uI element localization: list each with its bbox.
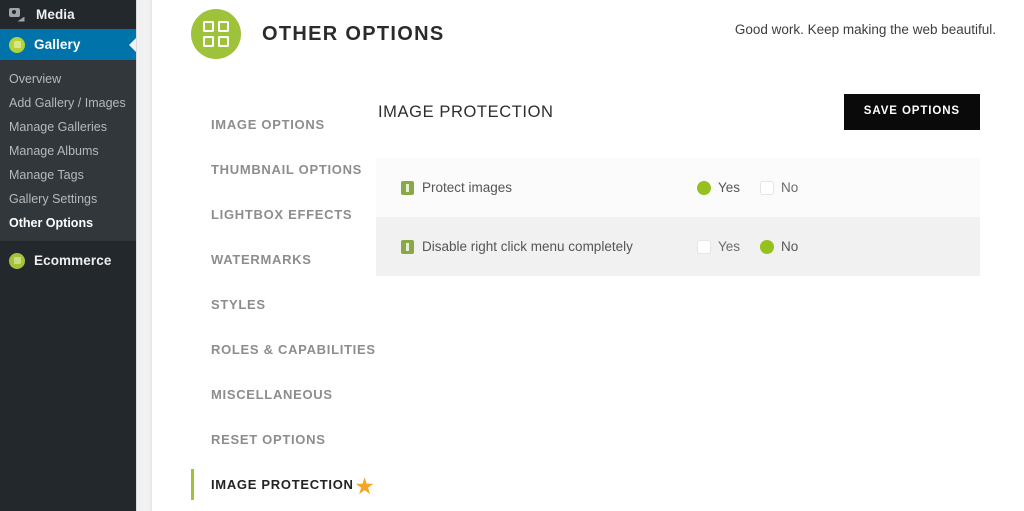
- sidebar-item-gallery-label: Gallery: [34, 37, 81, 52]
- radio-unselected-icon: [697, 239, 711, 254]
- active-tab-indicator: [191, 469, 194, 500]
- tab-miscellaneous[interactable]: MISCELLANEOUS: [191, 372, 373, 417]
- radio-selected-icon: [760, 239, 775, 254]
- settings-tab-nav: IMAGE OPTIONS THUMBNAIL OPTIONS LIGHTBOX…: [191, 102, 376, 507]
- sidebar-item-ecommerce[interactable]: Ecommerce: [0, 246, 136, 275]
- radio-group-disable-right-click: Yes No: [697, 239, 818, 254]
- info-icon[interactable]: [401, 180, 414, 195]
- settings-panel: IMAGE PROTECTION SAVE OPTIONS Protect im…: [376, 88, 980, 276]
- radio-label: No: [781, 180, 799, 195]
- sidebar-item-media-label: Media: [36, 7, 75, 22]
- sidebar-subitem-add-gallery-images[interactable]: Add Gallery / Images: [0, 91, 136, 115]
- four-squares-grid-icon: [191, 9, 241, 59]
- sidebar-item-gallery[interactable]: Gallery: [0, 29, 137, 60]
- tab-watermarks[interactable]: WATERMARKS: [191, 237, 373, 282]
- gallery-circle-icon: [9, 36, 25, 53]
- tab-thumbnail-options[interactable]: THUMBNAIL OPTIONS: [191, 147, 373, 192]
- sidebar-subitem-other-options[interactable]: Other Options: [0, 211, 136, 235]
- radio-label: Yes: [718, 239, 741, 254]
- tab-label: THUMBNAIL OPTIONS: [211, 162, 363, 177]
- tab-label: ROLES & CAPABILITIES: [211, 342, 376, 357]
- tab-label: MISCELLANEOUS: [211, 387, 333, 402]
- radio-group-protect-images: Yes No: [697, 180, 818, 195]
- tab-roles-capabilities[interactable]: ROLES & CAPABILITIES: [191, 327, 376, 372]
- sidebar-subitem-manage-albums[interactable]: Manage Albums: [0, 139, 136, 163]
- tab-label: IMAGE OPTIONS: [211, 117, 325, 132]
- options-list: Protect images Yes No Disable right clic…: [376, 158, 980, 276]
- sidebar-subitem-gallery-settings[interactable]: Gallery Settings: [0, 187, 136, 211]
- save-options-button[interactable]: SAVE OPTIONS: [843, 94, 980, 130]
- panel-header: IMAGE PROTECTION SAVE OPTIONS: [376, 88, 980, 136]
- option-row-protect-images: Protect images Yes No: [376, 158, 980, 217]
- tab-reset-options[interactable]: RESET OPTIONS: [191, 417, 373, 462]
- sidebar-subitem-overview[interactable]: Overview: [0, 67, 136, 91]
- radio-selected-icon: [697, 180, 711, 195]
- tab-image-protection[interactable]: IMAGE PROTECTION ★: [191, 462, 375, 507]
- sidebar-subitem-manage-tags[interactable]: Manage Tags: [0, 163, 136, 187]
- radio-label: No: [781, 239, 799, 254]
- radio-protect-images-yes[interactable]: Yes: [697, 180, 740, 195]
- radio-label: Yes: [718, 180, 741, 195]
- tab-label: LIGHTBOX EFFECTS: [211, 207, 353, 222]
- app-root: Media Gallery Overview Add Gallery / Ima…: [0, 0, 1024, 511]
- page-title: OTHER OPTIONS: [262, 22, 445, 45]
- tab-label: IMAGE PROTECTION: [211, 477, 354, 492]
- info-icon[interactable]: [401, 239, 414, 254]
- star-icon: ★: [355, 475, 375, 498]
- wp-admin-sidebar: Media Gallery Overview Add Gallery / Ima…: [0, 0, 137, 511]
- option-label: Protect images: [422, 180, 513, 195]
- radio-disable-right-click-no[interactable]: No: [760, 239, 798, 254]
- radio-unselected-icon: [760, 180, 775, 195]
- sidebar-subitem-manage-galleries[interactable]: Manage Galleries: [0, 115, 136, 139]
- tab-image-options[interactable]: IMAGE OPTIONS: [191, 102, 373, 147]
- tab-label: STYLES: [211, 297, 266, 312]
- radio-disable-right-click-yes[interactable]: Yes: [697, 239, 740, 254]
- sidebar-item-ecommerce-label: Ecommerce: [34, 253, 112, 268]
- tab-label: WATERMARKS: [211, 252, 312, 267]
- media-camera-icon: [9, 7, 27, 23]
- radio-protect-images-no[interactable]: No: [760, 180, 798, 195]
- sidebar-submenu-gallery: Overview Add Gallery / Images Manage Gal…: [0, 60, 136, 241]
- ecommerce-circle-icon: [9, 252, 25, 269]
- tab-styles[interactable]: STYLES: [191, 282, 373, 327]
- page-header: OTHER OPTIONS Good work. Keep making the…: [152, 0, 1024, 68]
- panel-title: IMAGE PROTECTION: [378, 102, 554, 121]
- option-row-disable-right-click: Disable right click menu completely Yes …: [376, 217, 980, 276]
- tab-lightbox-effects[interactable]: LIGHTBOX EFFECTS: [191, 192, 373, 237]
- tab-label: RESET OPTIONS: [211, 432, 326, 447]
- option-label: Disable right click menu completely: [422, 239, 633, 254]
- main-content: OTHER OPTIONS Good work. Keep making the…: [152, 0, 1024, 511]
- sidebar-item-media[interactable]: Media: [0, 0, 136, 29]
- header-note: Good work. Keep making the web beautiful…: [734, 22, 996, 37]
